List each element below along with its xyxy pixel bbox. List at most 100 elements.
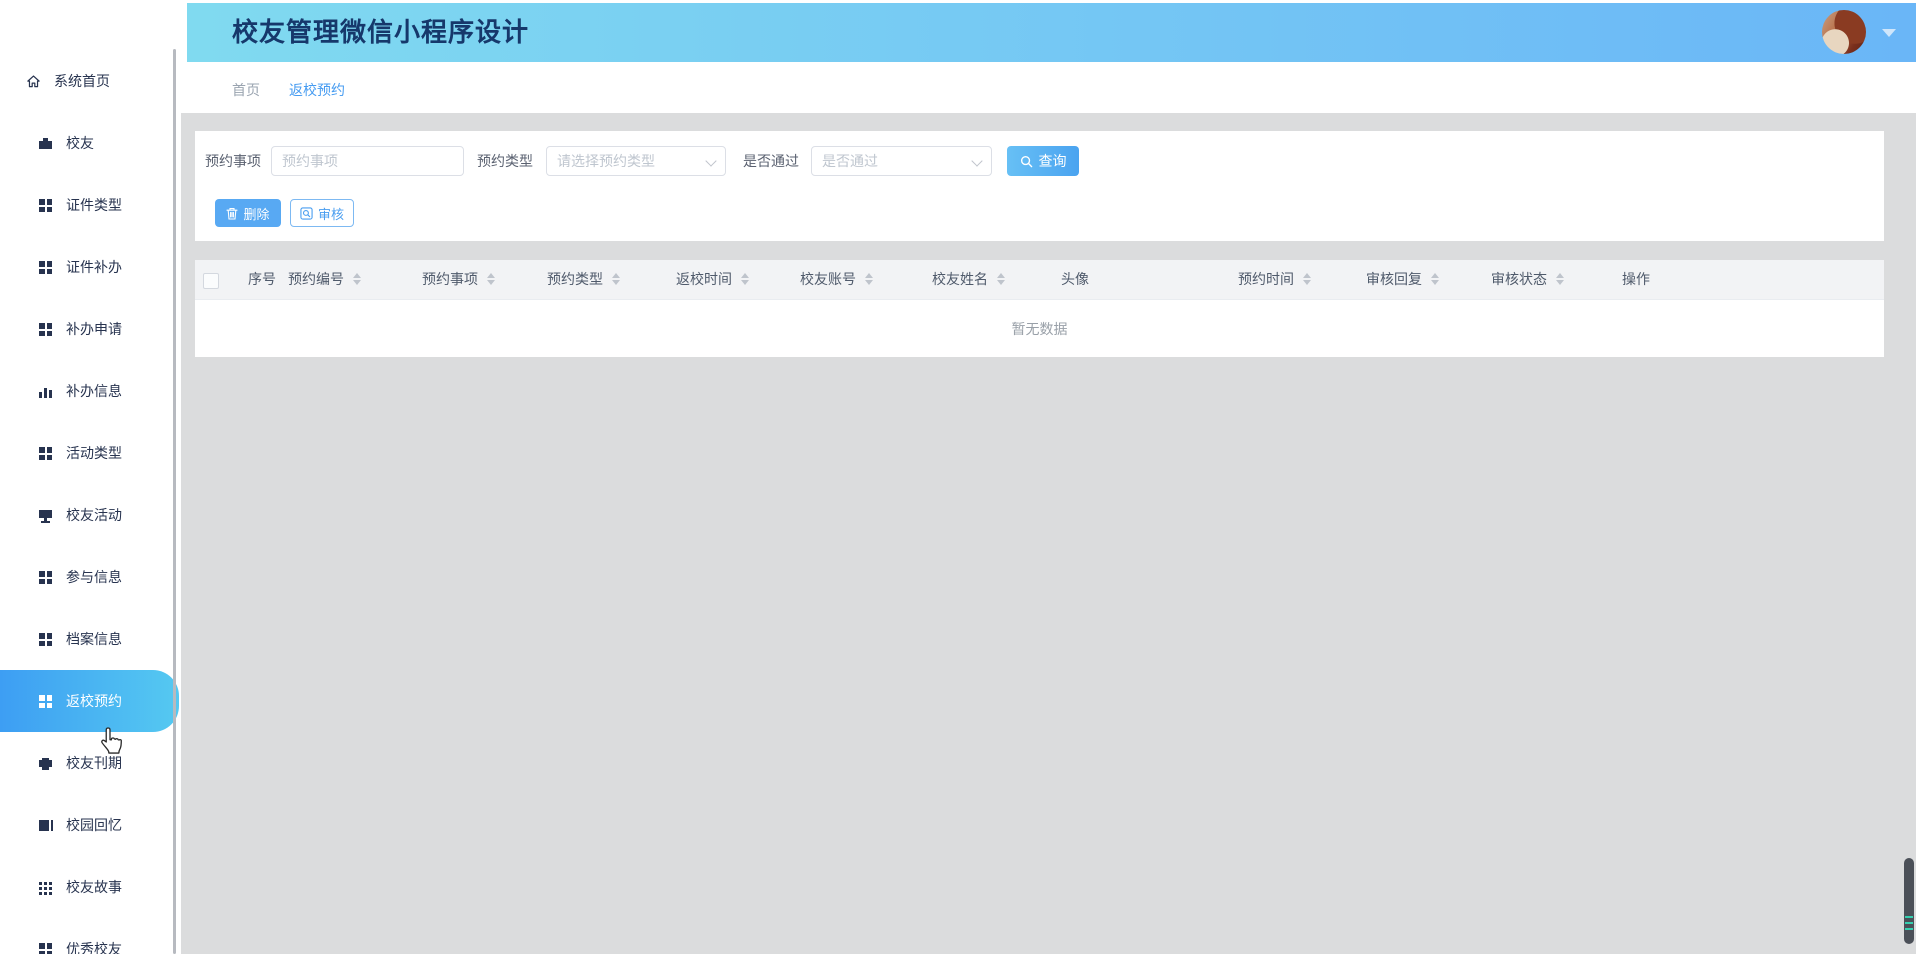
sidebar-item-return-school-reservation[interactable]: 返校预约: [0, 670, 179, 732]
table-empty-state: 暂无数据: [195, 300, 1884, 357]
data-table: 序号 预约编号 预约事项 预约类型 返校时间 校友账号 校友姓名 头像 预约时间…: [195, 260, 1884, 357]
search-button-label: 查询: [1038, 153, 1067, 169]
sort-icon[interactable]: [1555, 272, 1564, 285]
sidebar-item-label: 返校预约: [66, 693, 122, 709]
sidebar: 系统首页 校友 证件类型 证件补办 补办申请 补办信息 活动类型 校友活动 参与…: [0, 0, 181, 954]
sidebar-menu: 系统首页 校友 证件类型 证件补办 补办申请 补办信息 活动类型 校友活动 参与…: [0, 0, 181, 954]
home-icon: [27, 74, 40, 87]
monitor-icon: [38, 507, 53, 523]
sort-icon[interactable]: [1430, 272, 1439, 285]
sort-icon[interactable]: [864, 272, 873, 285]
sidebar-item-label: 校友活动: [66, 507, 122, 523]
sort-icon[interactable]: [1302, 272, 1311, 285]
sidebar-item-archive-info[interactable]: 档案信息: [0, 608, 181, 670]
sidebar-item-label: 补办申请: [66, 321, 122, 337]
book-icon: [38, 817, 53, 833]
sort-icon[interactable]: [740, 272, 749, 285]
column-header-reservation-time[interactable]: 预约时间: [1238, 260, 1311, 299]
breadcrumb: 首页 返校预约: [232, 80, 345, 98]
sidebar-item-label: 参与信息: [66, 569, 122, 585]
column-header-actions[interactable]: 操作: [1622, 260, 1650, 299]
sort-icon[interactable]: [352, 272, 361, 285]
column-header-reservation-type[interactable]: 预约类型: [547, 260, 620, 299]
briefcase-icon: [38, 135, 53, 151]
sidebar-item-label: 校友刊期: [66, 755, 122, 771]
sidebar-item-label: 校友: [66, 135, 94, 151]
grid-icon: [38, 197, 53, 213]
sidebar-item-label: 证件类型: [66, 197, 122, 213]
delete-button[interactable]: 删除: [215, 199, 281, 227]
sidebar-item-label: 活动类型: [66, 445, 122, 461]
breadcrumb-current[interactable]: 返校预约: [289, 80, 345, 98]
chevron-down-icon: [971, 155, 983, 167]
sort-icon[interactable]: [486, 272, 495, 285]
sidebar-item-alumni-activity[interactable]: 校友活动: [0, 484, 181, 546]
sidebar-item-participation-info[interactable]: 参与信息: [0, 546, 181, 608]
sidebar-item-label: 系统首页: [54, 73, 110, 89]
app-window: 校友管理微信小程序设计 首页 返校预约 系统首页 校友 证件类型 证件补办 补办…: [0, 0, 1916, 954]
grid-icon: [38, 941, 53, 954]
column-header-audit-reply[interactable]: 审核回复: [1366, 260, 1439, 299]
app-header: 校友管理微信小程序设计: [187, 3, 1916, 62]
grid-icon: [38, 631, 53, 647]
grid-icon: [38, 321, 53, 337]
sidebar-item-certificate-type[interactable]: 证件类型: [0, 174, 181, 236]
audit-button[interactable]: 审核: [290, 199, 354, 227]
column-header-avatar[interactable]: 头像: [1061, 260, 1089, 299]
sidebar-item-activity-type[interactable]: 活动类型: [0, 422, 181, 484]
chevron-down-icon: [705, 155, 717, 167]
sort-icon[interactable]: [996, 272, 1005, 285]
reservation-type-select[interactable]: 请选择预约类型: [546, 146, 726, 176]
filter-panel: 预约事项 预约类型 请选择预约类型 是否通过 是否通过 查询 删除: [195, 131, 1884, 241]
audit-button-label: 审核: [317, 206, 344, 222]
page-title: 校友管理微信小程序设计: [232, 17, 530, 47]
page-scrollbar[interactable]: [1904, 858, 1914, 944]
sort-icon[interactable]: [611, 272, 620, 285]
sidebar-item-label: 校园回忆: [66, 817, 122, 833]
sidebar-item-campus-memory[interactable]: 校园回忆: [0, 794, 181, 856]
sidebar-item-alumni-story[interactable]: 校友故事: [0, 856, 181, 918]
sidebar-item-label: 优秀校友: [66, 941, 122, 954]
column-header-alumni-account[interactable]: 校友账号: [800, 260, 873, 299]
sidebar-item-alumni[interactable]: 校友: [0, 112, 181, 174]
sidebar-scrollbar[interactable]: [173, 49, 176, 954]
reservation-item-input[interactable]: [271, 146, 464, 176]
printer-icon: [38, 755, 53, 771]
sidebar-item-label: 证件补办: [66, 259, 122, 275]
column-header-index[interactable]: 序号: [248, 260, 276, 299]
sidebar-item-alumni-journal[interactable]: 校友刊期: [0, 732, 181, 794]
sidebar-item-outstanding-alumni[interactable]: 优秀校友: [0, 918, 181, 954]
sidebar-item-reissue-info[interactable]: 补办信息: [0, 360, 181, 422]
column-header-alumni-name[interactable]: 校友姓名: [932, 260, 1005, 299]
chevron-down-icon[interactable]: [1882, 29, 1896, 37]
filter-label-is-passed: 是否通过: [743, 153, 799, 169]
sidebar-item-certificate-reissue[interactable]: 证件补办: [0, 236, 181, 298]
bar-chart-icon: [38, 383, 53, 399]
breadcrumb-home[interactable]: 首页: [232, 80, 260, 98]
table-header-row: 序号 预约编号 预约事项 预约类型 返校时间 校友账号 校友姓名 头像 预约时间…: [195, 260, 1884, 300]
sidebar-item-label: 补办信息: [66, 383, 122, 399]
column-header-audit-status[interactable]: 审核状态: [1491, 260, 1564, 299]
select-placeholder: 请选择预约类型: [557, 153, 655, 169]
grid9-icon: [38, 879, 53, 895]
search-button[interactable]: 查询: [1007, 146, 1079, 176]
grid-icon: [38, 259, 53, 275]
filter-label-reservation-item: 预约事项: [205, 153, 261, 169]
select-all-checkbox[interactable]: [203, 273, 219, 289]
select-placeholder: 是否通过: [822, 153, 878, 169]
grid-icon: [38, 445, 53, 461]
search-icon: [1020, 155, 1032, 167]
column-header-reservation-no[interactable]: 预约编号: [288, 260, 361, 299]
column-header-reservation-item[interactable]: 预约事项: [422, 260, 495, 299]
grid-icon: [38, 569, 53, 585]
filter-label-reservation-type: 预约类型: [477, 153, 533, 169]
audit-icon: [300, 206, 313, 220]
sidebar-item-label: 校友故事: [66, 879, 122, 895]
trash-icon: [226, 207, 239, 220]
column-header-return-time[interactable]: 返校时间: [676, 260, 749, 299]
avatar[interactable]: [1822, 10, 1866, 54]
sidebar-item-system-home[interactable]: 系统首页: [0, 50, 181, 112]
sidebar-item-label: 档案信息: [66, 631, 122, 647]
sidebar-item-reissue-application[interactable]: 补办申请: [0, 298, 181, 360]
is-passed-select[interactable]: 是否通过: [811, 146, 992, 176]
